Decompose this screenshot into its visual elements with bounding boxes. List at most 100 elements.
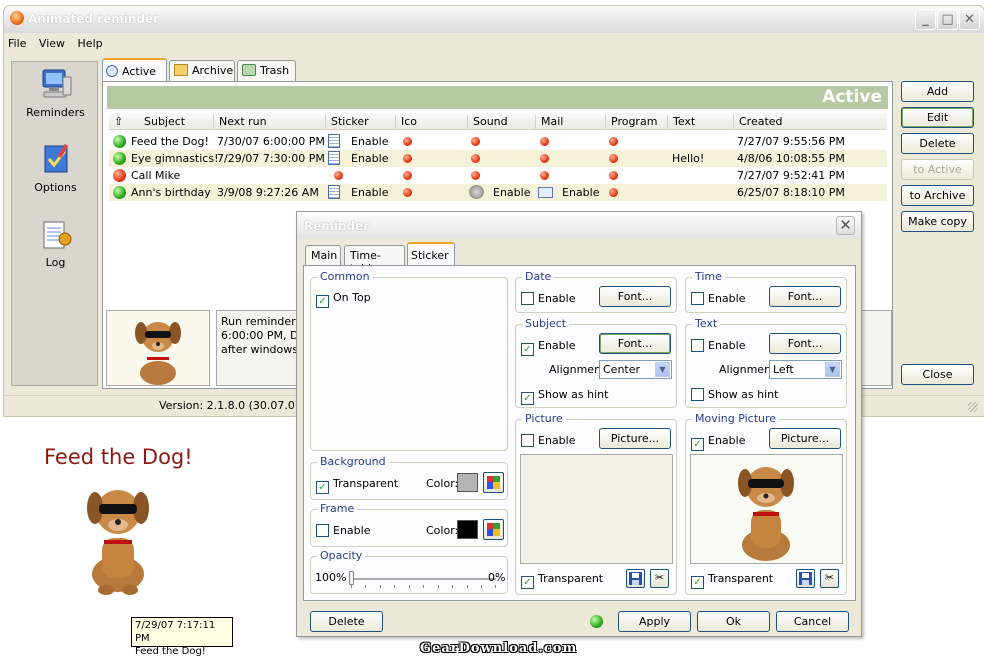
maximize-button[interactable]: □	[937, 9, 958, 30]
background-color-swatch[interactable]	[457, 473, 478, 492]
frame-color-swatch[interactable]	[457, 520, 478, 539]
date-enable-checkbox[interactable]: Enable	[521, 292, 575, 305]
resize-grip-icon[interactable]	[968, 402, 978, 412]
sort-up-icon[interactable]: ⇧	[109, 115, 139, 129]
text-font-button[interactable]: Font...	[769, 333, 841, 354]
menu-help[interactable]: Help	[78, 37, 103, 50]
picture-browse-button[interactable]: Picture...	[599, 428, 671, 449]
moving-picture-transparent-checkbox[interactable]: ✓ Transparent	[691, 572, 773, 589]
col-text[interactable]: Text	[667, 115, 733, 129]
opacity-slider-thumb[interactable]	[349, 571, 354, 585]
tab-sticker[interactable]: Sticker	[407, 242, 455, 266]
checkmark-icon: ✓	[521, 392, 534, 405]
col-program[interactable]: Program	[605, 115, 667, 129]
opacity-slider[interactable]	[349, 571, 496, 588]
frame-color-picker-button[interactable]	[483, 519, 504, 540]
date-group: Date Enable Font...	[515, 270, 677, 313]
checkmark-icon: ✓	[691, 576, 704, 589]
dialog-close-button[interactable]: ✕	[836, 216, 855, 235]
close-button[interactable]: Close	[901, 364, 974, 385]
cancel-button[interactable]: Cancel	[776, 611, 849, 632]
text-caption: Text	[692, 317, 721, 330]
moving-picture-browse-button[interactable]: Picture...	[769, 428, 841, 449]
version-label: Version: 2.1.8.0 (30.07.07)	[159, 399, 307, 412]
col-mail[interactable]: Mail	[535, 115, 605, 129]
subject-alignment-label: Alignment	[549, 363, 606, 376]
close-window-button[interactable]: ✕	[959, 9, 980, 30]
tab-time-table[interactable]: Time-table	[344, 245, 405, 275]
subject-enable-checkbox[interactable]: ✓ Enable	[521, 339, 575, 356]
scissors-icon[interactable]: ✂	[820, 569, 839, 588]
background-group: Background ✓ Transparent Color:	[310, 455, 508, 500]
subject-alignment-select[interactable]: Center ▼	[599, 360, 672, 379]
col-next-run[interactable]: Next run	[213, 115, 327, 129]
tab-main[interactable]: Main	[305, 245, 341, 265]
status-active-icon	[113, 186, 126, 199]
menu-file[interactable]: File	[8, 37, 26, 50]
apply-button[interactable]: Apply	[618, 611, 691, 632]
subject-font-button[interactable]: Font...	[599, 333, 671, 354]
dialog-title: Reminder	[304, 219, 370, 233]
window-title: Animated reminder	[28, 12, 160, 26]
tab-trash[interactable]: Trash	[237, 60, 296, 82]
sound-off-icon	[471, 171, 480, 180]
status-active-icon	[113, 152, 126, 165]
dialog-title-bar[interactable]: Reminder ✕	[297, 212, 861, 239]
col-sticker[interactable]: Sticker	[325, 115, 395, 129]
col-sound[interactable]: Sound	[467, 115, 535, 129]
col-ico[interactable]: Ico	[395, 115, 467, 129]
time-font-button[interactable]: Font...	[769, 286, 841, 307]
scissors-icon[interactable]: ✂	[650, 569, 669, 588]
dialog-delete-button[interactable]: Delete	[310, 611, 383, 632]
moving-picture-group: Moving Picture ✓ Enable Picture... ✓ Trans…	[685, 412, 847, 595]
ok-button[interactable]: Ok	[697, 611, 770, 632]
text-enable-checkbox[interactable]: Enable	[691, 339, 745, 352]
subject-group: Subject ✓ Enable Font... Alignment Center…	[515, 317, 677, 408]
menu-view[interactable]: View	[39, 37, 65, 50]
menu-bar: File View Help	[8, 37, 112, 55]
table-row[interactable]: Eye gimnastics! 7/29/07 7:30:00 PM Enabl…	[109, 150, 887, 167]
sticker-off-icon	[334, 171, 343, 180]
sticker-preview	[106, 310, 210, 386]
col-created[interactable]: Created	[733, 115, 887, 129]
on-top-checkbox[interactable]: ✓ On Top	[316, 291, 371, 308]
to-archive-button[interactable]: to Archive	[901, 185, 974, 206]
tab-active[interactable]: Active	[102, 58, 167, 82]
save-icon[interactable]	[626, 569, 645, 588]
add-button[interactable]: Add	[901, 81, 974, 102]
nav-log[interactable]: Log	[12, 217, 99, 269]
frame-group: Frame Enable Color:	[310, 502, 508, 547]
sticker-icon	[328, 134, 340, 148]
mail-off-icon	[540, 154, 549, 163]
animated-dog-sticker[interactable]	[80, 478, 156, 596]
text-show-as-hint-checkbox[interactable]: Show as hint	[691, 388, 778, 401]
picture-enable-checkbox[interactable]: Enable	[521, 434, 575, 447]
to-active-button[interactable]: to Active	[901, 159, 974, 180]
subject-show-as-hint-checkbox[interactable]: ✓ Show as hint	[521, 388, 608, 405]
table-row[interactable]: Ann's birthday 3/9/08 9:27:26 AM Enable …	[109, 184, 887, 201]
frame-enable-checkbox[interactable]: Enable	[316, 524, 370, 537]
text-alignment-select[interactable]: Left ▼	[769, 360, 842, 379]
edit-button[interactable]: Edit	[901, 107, 974, 128]
tab-archive[interactable]: Archive	[169, 60, 235, 82]
make-copy-button[interactable]: Make copy	[901, 211, 974, 232]
nav-reminders[interactable]: Reminders	[12, 67, 99, 119]
moving-picture-enable-checkbox[interactable]: ✓ Enable	[691, 434, 745, 451]
nav-options[interactable]: Options	[12, 142, 99, 194]
col-subject[interactable]: Subject	[139, 115, 212, 129]
reminder-dialog: Reminder ✕ Main Time-table Sticker Commo…	[296, 211, 862, 637]
mail-off-icon	[540, 137, 549, 146]
picture-transparent-checkbox[interactable]: ✓ Transparent	[521, 572, 603, 589]
table-row[interactable]: Feed the Dog! 7/30/07 6:00:00 PM Enable …	[109, 133, 887, 150]
ico-off-icon	[403, 171, 412, 180]
save-icon[interactable]	[796, 569, 815, 588]
delete-button[interactable]: Delete	[901, 133, 974, 154]
minimize-button[interactable]: _	[915, 9, 936, 30]
program-off-icon	[609, 188, 618, 197]
table-row[interactable]: Call Mike 7/27/07 9:52:41 PM	[109, 167, 887, 184]
time-enable-checkbox[interactable]: Enable	[691, 292, 745, 305]
background-transparent-checkbox[interactable]: ✓ Transparent	[316, 477, 398, 494]
date-font-button[interactable]: Font...	[599, 286, 671, 307]
background-color-picker-button[interactable]	[483, 472, 504, 493]
title-bar[interactable]: Animated reminder _ □ ✕	[4, 6, 984, 33]
